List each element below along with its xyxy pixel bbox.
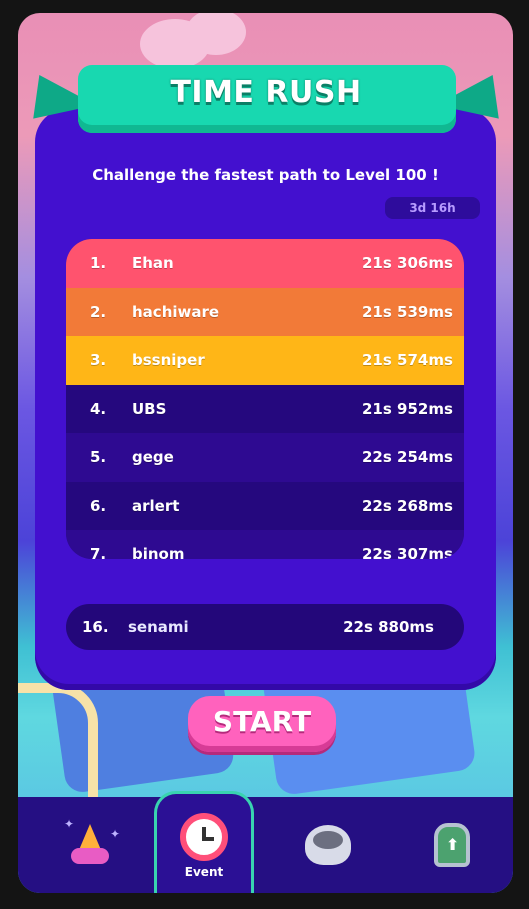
title-ribbon: TIME RUSH: [33, 55, 499, 145]
nav-item-character[interactable]: [278, 797, 378, 893]
event-panel: Challenge the fastest path to Level 100 …: [35, 108, 496, 690]
leaderboard-row: 7. binom 22s 307ms: [66, 530, 464, 559]
rank-number: 4.: [90, 399, 107, 418]
player-name: arlert: [132, 496, 180, 515]
nav-item-upgrade[interactable]: ⬆: [402, 797, 502, 893]
player-time: 21s 306ms: [362, 254, 453, 273]
event-subtitle: Challenge the fastest path to Level 100 …: [92, 166, 439, 184]
leaderboard-row: 2. hachiware 21s 539ms: [66, 287, 464, 336]
player-time: 22s 307ms: [362, 545, 453, 559]
cloud-decoration: [186, 13, 246, 55]
player-time: 21s 952ms: [362, 399, 453, 418]
player-time: 22s 254ms: [362, 448, 453, 467]
player-time: 22s 880ms: [343, 618, 434, 636]
player-name: Ehan: [132, 254, 174, 273]
alarm-clock-icon: [180, 812, 228, 861]
player-name: UBS: [132, 399, 167, 418]
player-name: binom: [132, 545, 185, 559]
capsule-icon: ⬆: [434, 823, 470, 867]
player-time: 22s 268ms: [362, 496, 453, 515]
player-name: bssniper: [132, 351, 205, 370]
nav-item-event[interactable]: Event: [154, 791, 254, 893]
player-name: gege: [132, 448, 174, 467]
rank-number: 16.: [82, 618, 109, 636]
leaderboard-row: 3. bssniper 21s 574ms: [66, 336, 464, 385]
rank-number: 1.: [90, 254, 107, 273]
event-title: TIME RUSH: [170, 75, 362, 110]
start-button[interactable]: START: [188, 696, 336, 752]
party-icon: [67, 822, 113, 868]
leaderboard-row: 5. gege 22s 254ms: [66, 433, 464, 482]
player-name: senami: [128, 618, 189, 636]
rank-number: 7.: [90, 545, 107, 559]
event-timer-badge: 3d 16h: [385, 197, 480, 219]
game-screen: Challenge the fastest path to Level 100 …: [18, 13, 513, 893]
seal-icon: [305, 825, 351, 865]
player-time: 21s 539ms: [362, 302, 453, 321]
player-name: hachiware: [132, 302, 220, 321]
leaderboard-row: 1. Ehan 21s 306ms: [66, 239, 464, 288]
rank-number: 5.: [90, 448, 107, 467]
leaderboard-row: 4. UBS 21s 952ms: [66, 384, 464, 433]
leaderboard-row: 6. arlert 22s 268ms: [66, 481, 464, 530]
player-time: 21s 574ms: [362, 351, 453, 370]
rank-number: 6.: [90, 496, 107, 515]
leaderboard[interactable]: 1. Ehan 21s 306ms 2. hachiware 21s 539ms…: [66, 239, 464, 559]
rank-number: 2.: [90, 302, 107, 321]
rank-number: 3.: [90, 351, 107, 370]
nav-item-label: Event: [184, 864, 224, 879]
nav-item-party[interactable]: ✦ ✦: [40, 797, 140, 893]
current-player-row: 16. senami 22s 880ms: [66, 604, 464, 650]
bottom-nav: ✦ ✦ Event ⬆: [18, 791, 513, 893]
